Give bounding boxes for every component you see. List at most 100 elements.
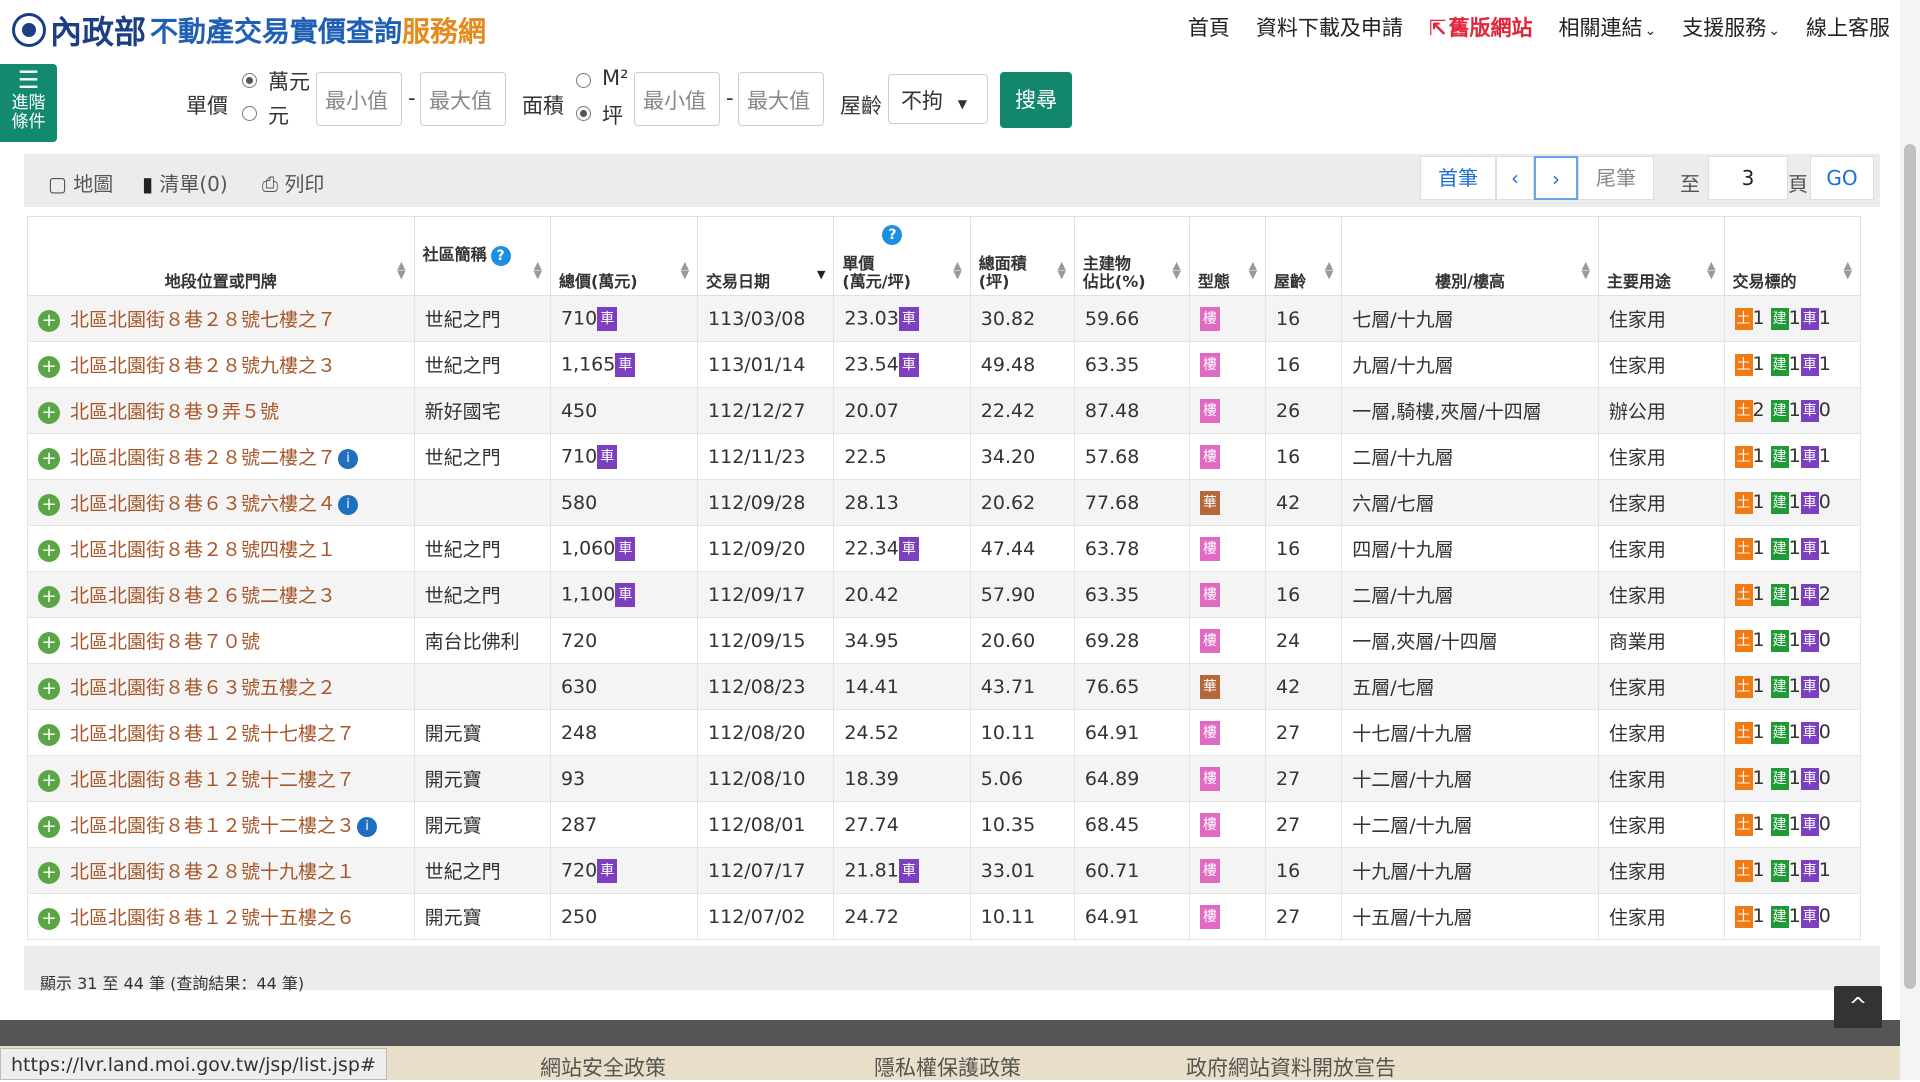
cell-address[interactable]: + 北區北園街８巷９弄５號 xyxy=(27,387,415,434)
address-link[interactable]: 北區北園街８巷２８號七樓之７ xyxy=(70,309,336,331)
footer-link-security[interactable]: 網站安全政策 xyxy=(540,1052,666,1082)
info-icon[interactable]: i xyxy=(338,494,359,515)
help-icon[interactable]: ? xyxy=(882,225,903,245)
expand-plus-icon[interactable]: + xyxy=(38,539,60,562)
expand-plus-icon[interactable]: + xyxy=(38,309,60,332)
expand-plus-icon[interactable]: + xyxy=(38,907,60,930)
address-link[interactable]: 北區北園街８巷２８號九樓之３ xyxy=(70,355,336,377)
cell-address[interactable]: + 北區北園街８巷６３號六樓之４ i xyxy=(27,479,415,526)
expand-plus-icon[interactable]: + xyxy=(38,677,60,700)
list-toggle[interactable]: ▮ 清單(0) xyxy=(142,168,228,197)
go-button[interactable]: GO xyxy=(1810,156,1874,200)
col-date[interactable]: 交易日期 ▼ xyxy=(697,216,835,296)
expand-plus-icon[interactable]: + xyxy=(38,861,60,884)
col-area[interactable]: 總面積 (坪) ▲ ▼ xyxy=(969,216,1075,296)
address-link[interactable]: 北區北園街８巷２６號二樓之３ xyxy=(70,585,336,607)
col-unit-price[interactable]: 單價 (萬元/坪)? ▲ ▼ xyxy=(833,216,971,296)
map-toggle[interactable]: ▢ 地圖 xyxy=(48,168,113,197)
cell-address[interactable]: + 北區北園街８巷２８號十九樓之１ xyxy=(27,847,415,894)
nav-download[interactable]: 資料下載及申請 xyxy=(1256,12,1403,42)
expand-plus-icon[interactable]: + xyxy=(38,769,60,792)
unit-price-max-input[interactable]: 最大值 xyxy=(420,72,506,126)
expand-plus-icon[interactable]: + xyxy=(38,447,60,470)
unit-price-min-input[interactable]: 最小值 xyxy=(316,72,402,126)
table-row[interactable]: + 北區北園街８巷１２號十二樓之３ i 開元寶 287 112/08/01 27.74 10.… xyxy=(27,801,1862,848)
cell-address[interactable]: + 北區北園街８巷７０號 xyxy=(27,617,415,664)
table-row[interactable]: + 北區北園街８巷２８號七樓之７ 世紀之門 710 車 113/03/08 23.03 車 30… xyxy=(27,295,1862,342)
cell-address[interactable]: + 北區北園街８巷２８號七樓之７ xyxy=(27,295,415,342)
site-logo[interactable]: 內政部 不動產交易實價查詢 服務網 xyxy=(12,8,486,52)
col-target[interactable]: 交易標的 ▲ ▼ xyxy=(1723,216,1862,296)
cell-address[interactable]: + 北區北園街８巷２６號二樓之３ xyxy=(27,571,415,618)
expand-plus-icon[interactable]: + xyxy=(38,585,60,608)
nav-support[interactable]: 支援服務 ⌄ xyxy=(1682,12,1780,42)
table-row[interactable]: + 北區北園街８巷６３號五樓之２ 630 112/08/23 14.41 43.71 76.… xyxy=(27,663,1862,710)
nav-home[interactable]: 首頁 xyxy=(1188,12,1230,42)
expand-plus-icon[interactable]: + xyxy=(38,815,60,838)
address-link[interactable]: 北區北園街８巷１２號十二樓之３ xyxy=(70,815,355,837)
page-scrollbar[interactable] xyxy=(1900,0,1920,1080)
expand-plus-icon[interactable]: + xyxy=(38,401,60,424)
address-link[interactable]: 北區北園街８巷２８號二樓之７ xyxy=(70,447,336,469)
col-community[interactable]: 社區簡稱? ▲ ▼ xyxy=(413,216,551,296)
table-row[interactable]: + 北區北園街８巷２８號四樓之１ 世紀之門 1,060 車 112/09/20 22.34 車… xyxy=(27,525,1862,572)
table-row[interactable]: + 北區北園街８巷２８號十九樓之１ 世紀之門 720 車 112/07/17 21.81 車 3… xyxy=(27,847,1862,894)
col-type[interactable]: 型態 ▲ ▼ xyxy=(1188,216,1267,296)
col-address[interactable]: 地段位置或門牌 ▲ ▼ xyxy=(27,216,415,296)
address-link[interactable]: 北區北園街８巷７０號 xyxy=(70,631,260,653)
next-page-button[interactable]: › xyxy=(1534,156,1578,200)
page-number-input[interactable]: 3 xyxy=(1708,156,1788,200)
cell-address[interactable]: + 北區北園街８巷１２號十七樓之７ xyxy=(27,709,415,756)
help-icon[interactable]: ? xyxy=(490,246,511,266)
col-main-ratio[interactable]: 主建物 佔比(%) ▲ ▼ xyxy=(1073,216,1190,296)
table-row[interactable]: + 北區北園街８巷１２號十二樓之７ 開元寶 93 112/08/10 18.39 5.06 6… xyxy=(27,755,1862,802)
first-page-button[interactable]: 首筆 xyxy=(1420,156,1496,200)
col-age[interactable]: 屋齡 ▲ ▼ xyxy=(1265,216,1343,296)
address-link[interactable]: 北區北園街８巷１２號十七樓之７ xyxy=(70,723,355,745)
search-button[interactable]: 搜尋 xyxy=(1000,72,1072,128)
nav-related-links[interactable]: 相關連結 ⌄ xyxy=(1559,12,1657,42)
table-row[interactable]: + 北區北園街８巷２６號二樓之３ 世紀之門 1,100 車 112/09/17 20.42 5… xyxy=(27,571,1862,618)
cell-address[interactable]: + 北區北園街８巷６３號五樓之２ xyxy=(27,663,415,710)
expand-plus-icon[interactable]: + xyxy=(38,493,60,516)
col-total-price[interactable]: 總價(萬元) ▲ ▼ xyxy=(549,216,699,296)
area-min-input[interactable]: 最小值 xyxy=(634,72,720,126)
last-page-button[interactable]: 尾筆 xyxy=(1578,156,1654,200)
address-link[interactable]: 北區北園街８巷１２號十二樓之７ xyxy=(70,769,355,791)
footer-link-privacy[interactable]: 隱私權保護政策 xyxy=(874,1052,1021,1082)
address-link[interactable]: 北區北園街８巷６３號六樓之４ xyxy=(70,493,336,515)
area-ping-radio[interactable] xyxy=(576,106,591,121)
nav-old-site[interactable]: ⇱舊版網站 xyxy=(1429,12,1533,42)
table-row[interactable]: + 北區北園街８巷２８號九樓之３ 世紀之門 1,165 車 113/01/14 23.54 車… xyxy=(27,341,1862,388)
address-link[interactable]: 北區北園街８巷６３號五樓之２ xyxy=(70,677,336,699)
cell-address[interactable]: + 北區北園街８巷２８號九樓之３ xyxy=(27,341,415,388)
cell-address[interactable]: + 北區北園街８巷１２號十二樓之７ xyxy=(27,755,415,802)
area-max-input[interactable]: 最大值 xyxy=(738,72,824,126)
address-link[interactable]: 北區北園街８巷２８號十九樓之１ xyxy=(70,861,355,883)
scroll-top-button[interactable]: ^ xyxy=(1834,986,1882,1028)
prev-page-button[interactable]: ‹ xyxy=(1496,156,1534,200)
address-link[interactable]: 北區北園街８巷２８號四樓之１ xyxy=(70,539,336,561)
address-link[interactable]: 北區北園街８巷９弄５號 xyxy=(70,401,279,423)
info-icon[interactable]: i xyxy=(338,448,359,469)
print-button[interactable]: ⎙ 列印 xyxy=(262,168,324,197)
table-row[interactable]: + 北區北園街８巷１２號十七樓之７ 開元寶 248 112/08/20 24.52 10.1… xyxy=(27,709,1862,756)
col-use[interactable]: 主要用途 ▲ ▼ xyxy=(1597,216,1725,296)
table-row[interactable]: + 北區北園街８巷９弄５號 新好國宅 450 112/12/27 20.07 22.42 87… xyxy=(27,387,1862,434)
cell-address[interactable]: + 北區北園街８巷２８號四樓之１ xyxy=(27,525,415,572)
age-select[interactable]: 不拘 ▼ xyxy=(888,74,988,124)
table-row[interactable]: + 北區北園街８巷７０號 南台比佛利 720 112/09/15 34.95 20.60 69… xyxy=(27,617,1862,664)
cell-address[interactable]: + 北區北園街８巷１２號十二樓之３ i xyxy=(27,801,415,848)
table-row[interactable]: + 北區北園街８巷１２號十五樓之６ 開元寶 250 112/07/02 24.72 10.1… xyxy=(27,893,1862,940)
info-icon[interactable]: i xyxy=(357,816,378,837)
col-floor[interactable]: 樓別/樓高 ▲ ▼ xyxy=(1341,216,1599,296)
expand-plus-icon[interactable]: + xyxy=(38,355,60,378)
scrollbar-thumb[interactable] xyxy=(1904,144,1916,989)
address-link[interactable]: 北區北園街８巷１２號十五樓之６ xyxy=(70,907,355,929)
expand-plus-icon[interactable]: + xyxy=(38,631,60,654)
nav-online-service[interactable]: 線上客服 xyxy=(1806,12,1890,42)
table-row[interactable]: + 北區北園街８巷２８號二樓之７ i 世紀之門 710 車 112/11/23 22.5 34.… xyxy=(27,433,1862,480)
footer-link-open-data[interactable]: 政府網站資料開放宣告 xyxy=(1186,1052,1396,1082)
expand-plus-icon[interactable]: + xyxy=(38,723,60,746)
unit-price-wan-radio[interactable] xyxy=(242,73,257,88)
